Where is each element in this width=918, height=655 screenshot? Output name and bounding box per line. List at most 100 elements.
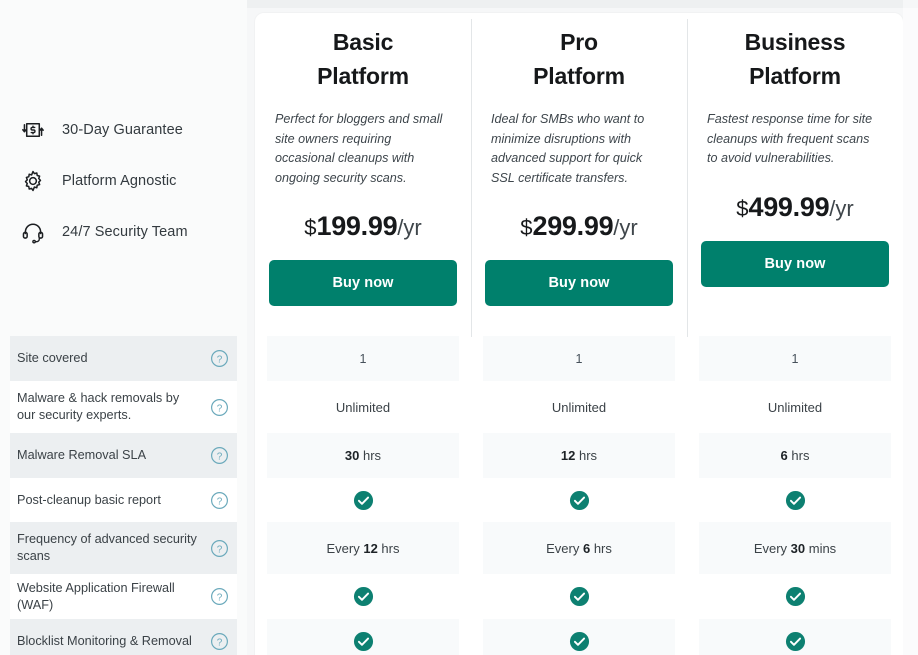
- gear-icon: [18, 166, 48, 196]
- plan-title-line2: Platform: [749, 63, 841, 89]
- plan-value-cell: Every 30 mins: [699, 522, 891, 574]
- check-icon: [353, 490, 374, 511]
- value-unit: hrs: [787, 448, 810, 463]
- plan-value-text: 12 hrs: [561, 448, 597, 463]
- price-currency: $: [736, 195, 749, 221]
- money-back-icon: [18, 115, 48, 145]
- help-icon[interactable]: ?: [210, 491, 229, 510]
- feature-label: Site covered: [17, 351, 88, 365]
- plan-description: Perfect for bloggers and small site owne…: [275, 112, 443, 185]
- plan-value-text: 1: [791, 351, 799, 366]
- value-prefix: Every: [326, 540, 364, 556]
- plan-header: Pro Platform Ideal for SMBs who want to mi…: [471, 13, 687, 306]
- plan-description: Fastest response time for site cleanups …: [707, 112, 873, 165]
- plan-value-cell: [267, 478, 459, 522]
- perk-item-2: Platform Agnostic: [0, 155, 247, 206]
- feature-row: Frequency of advanced security scans?: [10, 522, 237, 574]
- feature-label: Malware Removal SLA: [17, 448, 147, 462]
- plan-value-list: 1 Unlimited 12 hrs Every 6 hrs: [471, 336, 687, 655]
- help-icon[interactable]: ?: [210, 398, 229, 417]
- plan-description: Ideal for SMBs who want to minimize disr…: [491, 112, 645, 185]
- plan-value-text: 6 hrs: [781, 448, 810, 463]
- price-currency: $: [520, 215, 533, 240]
- buy-now-button[interactable]: Buy now: [269, 260, 457, 306]
- feature-row: Website Application Firewall (WAF)?: [10, 574, 237, 619]
- plan-title-line1: Business: [744, 29, 846, 55]
- value-number: 12: [560, 448, 576, 463]
- plan-value-text: Unlimited: [551, 399, 607, 415]
- check-icon: [785, 586, 806, 607]
- svg-text:?: ?: [217, 354, 223, 365]
- value-number: 6: [780, 448, 788, 463]
- plan-value-cell: [699, 574, 891, 619]
- value-unit: mins: [805, 540, 837, 556]
- price-period: /yr: [829, 195, 854, 221]
- plan-value-cell: Every 12 hrs: [267, 522, 459, 574]
- value-unit: hrs: [575, 448, 598, 463]
- plan-price: $199.99/yr: [269, 211, 457, 242]
- buy-now-button[interactable]: Buy now: [485, 260, 673, 306]
- plan-value-text: Every 6 hrs: [546, 541, 612, 556]
- help-icon[interactable]: ?: [210, 349, 229, 368]
- plan-value-text: Every 12 hrs: [327, 541, 400, 556]
- plan-value-cell: Unlimited: [483, 381, 675, 433]
- help-icon[interactable]: ?: [210, 587, 229, 606]
- perk-label: 30-Day Guarantee: [62, 121, 183, 138]
- plan-value-cell: Every 6 hrs: [483, 522, 675, 574]
- plan-value-cell: [267, 574, 459, 619]
- perk-item-3: 24/7 Security Team: [0, 206, 247, 257]
- check-icon: [569, 631, 590, 652]
- help-icon[interactable]: ?: [210, 446, 229, 465]
- feature-row: Malware & hack removals by our security …: [10, 381, 237, 433]
- feature-label: Post-cleanup basic report: [17, 492, 161, 507]
- plan-value-text: Unlimited: [335, 399, 391, 415]
- plan-value-cell: [483, 574, 675, 619]
- perks-list: 30-Day Guarantee Platform Agnostic 24/7 Se…: [0, 104, 247, 257]
- price-amount: 299.99: [532, 211, 614, 241]
- plan-value-text: 30 hrs: [345, 448, 381, 463]
- value-unit: hrs: [359, 448, 382, 463]
- page-scrollbar[interactable]: [903, 8, 918, 655]
- svg-text:?: ?: [217, 592, 223, 603]
- value-prefix: Every: [753, 540, 791, 556]
- price-period: /yr: [397, 215, 422, 240]
- feature-label: Frequency of advanced security scans: [17, 532, 197, 563]
- buy-now-button[interactable]: Buy now: [701, 240, 889, 287]
- plan-value-text: Unlimited: [767, 399, 823, 415]
- perk-item-1: 30-Day Guarantee: [0, 104, 247, 155]
- check-icon: [785, 631, 806, 652]
- price-amount: 199.99: [316, 211, 398, 241]
- plan-value-cell: Unlimited: [699, 381, 891, 433]
- feature-row: Site covered?: [10, 336, 237, 381]
- price-period: /yr: [613, 215, 638, 240]
- svg-text:?: ?: [217, 496, 223, 507]
- feature-label: Website Application Firewall (WAF): [17, 580, 175, 612]
- plan-value-cell: [699, 478, 891, 522]
- plan-value-list: 1 Unlimited 6 hrs Every 30 mins: [687, 336, 903, 655]
- check-icon: [353, 586, 374, 607]
- value-number: 30: [344, 448, 360, 463]
- plans-card: Basic Platform Perfect for bloggers and sm…: [255, 13, 903, 655]
- check-icon: [785, 490, 806, 511]
- plan-value-text: 1: [575, 351, 583, 366]
- plan-title-line2: Platform: [317, 63, 409, 89]
- plan-value-cell: [267, 619, 459, 655]
- price-amount: 499.99: [748, 191, 830, 222]
- perk-label: Platform Agnostic: [62, 172, 177, 189]
- value-unit: hrs: [590, 540, 612, 556]
- feature-label: Malware & hack removals by our security …: [17, 391, 180, 422]
- plan-price: $499.99/yr: [701, 192, 889, 223]
- plan-value-cell: Unlimited: [267, 381, 459, 433]
- plan-title-line1: Pro: [560, 29, 598, 55]
- help-icon[interactable]: ?: [210, 539, 229, 558]
- check-icon: [569, 490, 590, 511]
- plan-title-line2: Platform: [533, 63, 625, 89]
- plan-value-text: Every 30 mins: [754, 541, 836, 556]
- svg-text:?: ?: [217, 637, 223, 648]
- feature-row: Malware Removal SLA?: [10, 433, 237, 478]
- sidebar: 30-Day Guarantee Platform Agnostic 24/7 Se…: [0, 0, 247, 655]
- help-icon[interactable]: ?: [210, 632, 229, 651]
- plan-header: Basic Platform Perfect for bloggers and sm…: [255, 13, 471, 306]
- plan-columns: Basic Platform Perfect for bloggers and sm…: [255, 13, 903, 655]
- perk-label: 24/7 Security Team: [62, 223, 188, 240]
